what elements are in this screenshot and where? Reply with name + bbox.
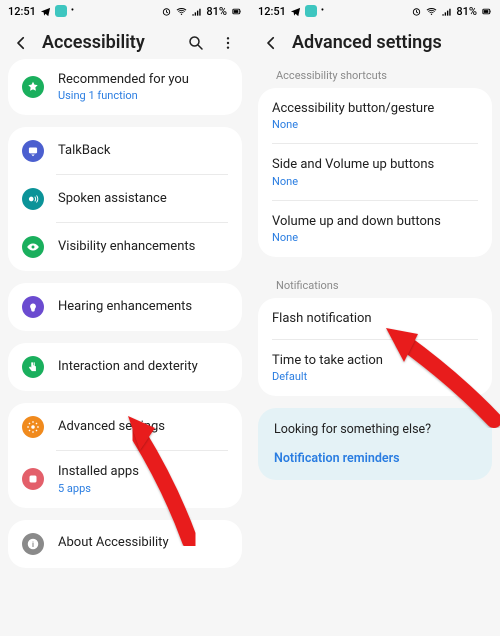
- settings-group: Recommended for youUsing 1 function: [8, 59, 242, 115]
- wifi-icon: [176, 6, 187, 17]
- item-subtext: None: [272, 175, 434, 188]
- more-button[interactable]: [218, 33, 238, 53]
- item-label: Visibility enhancements: [58, 239, 195, 255]
- item-label: About Accessibility: [58, 535, 169, 551]
- page-title: Advanced settings: [292, 32, 488, 53]
- spoken-icon: [22, 188, 44, 210]
- hearing-icon: [22, 296, 44, 318]
- settings-item[interactable]: Flash notification: [258, 298, 492, 340]
- item-label: Accessibility button/gesture: [272, 101, 434, 117]
- item-subtext: None: [272, 118, 434, 131]
- page-title: Accessibility: [42, 32, 174, 53]
- item-label: Spoken assistance: [58, 191, 167, 207]
- item-subtext: None: [272, 231, 441, 244]
- battery-percent: 81%: [206, 5, 227, 18]
- item-label: TalkBack: [58, 143, 110, 159]
- settings-item[interactable]: TalkBack: [8, 127, 242, 175]
- suggestion-question: Looking for something else?: [274, 422, 476, 437]
- item-label: Volume up and down buttons: [272, 214, 441, 230]
- settings-item[interactable]: Accessibility button/gestureNone: [258, 88, 492, 144]
- item-subtext: Using 1 function: [58, 89, 189, 102]
- status-time: 12:51: [8, 5, 36, 18]
- accessibility-screen: 12:51 • 81% Accessibility Recommended fo…: [0, 0, 250, 636]
- visibility-icon: [22, 236, 44, 258]
- telegram-icon: [40, 6, 51, 17]
- item-label: Side and Volume up buttons: [272, 157, 434, 173]
- settings-item[interactable]: Time to take actionDefault: [258, 340, 492, 396]
- item-label: Flash notification: [272, 311, 372, 327]
- item-label: Installed apps: [58, 464, 139, 480]
- telegram-icon: [290, 6, 301, 17]
- suggestion-card: Looking for something else? Notification …: [258, 408, 492, 480]
- settings-item[interactable]: Visibility enhancements: [8, 223, 242, 271]
- settings-group: Hearing enhancements: [8, 283, 242, 331]
- signal-icon: [441, 6, 452, 17]
- header: Advanced settings: [250, 22, 500, 59]
- search-button[interactable]: [186, 33, 206, 53]
- settings-item[interactable]: Installed apps 5 apps: [8, 451, 242, 507]
- talkback-icon: [22, 140, 44, 162]
- item-subtext: 5 apps: [58, 482, 139, 495]
- alarm-icon: [161, 6, 172, 17]
- settings-group: TalkBack Spoken assistance Visibility enha…: [8, 127, 242, 271]
- settings-list: Recommended for youUsing 1 function TalkB…: [0, 59, 250, 590]
- wifi-icon: [426, 6, 437, 17]
- battery-icon: [481, 6, 492, 17]
- suggestion-link[interactable]: Notification reminders: [274, 451, 476, 466]
- status-dot-icon: •: [71, 6, 74, 16]
- settings-item[interactable]: i About Accessibility: [8, 520, 242, 568]
- alarm-icon: [411, 6, 422, 17]
- svg-text:i: i: [32, 539, 34, 548]
- settings-list: Accessibility shortcutsAccessibility but…: [250, 59, 500, 502]
- back-button[interactable]: [12, 34, 30, 52]
- status-time: 12:51: [258, 5, 286, 18]
- header: Accessibility: [0, 22, 250, 59]
- item-label: Recommended for you: [58, 72, 189, 88]
- advanced-settings-screen: 12:51 • 81% Advanced settings Accessibil…: [250, 0, 500, 636]
- app-badge-icon: [305, 5, 317, 17]
- settings-item[interactable]: Interaction and dexterity: [8, 343, 242, 391]
- back-button[interactable]: [262, 34, 280, 52]
- status-bar: 12:51 • 81%: [0, 0, 250, 22]
- signal-icon: [191, 6, 202, 17]
- section-header: Accessibility shortcuts: [258, 59, 492, 88]
- interaction-icon: [22, 356, 44, 378]
- status-bar: 12:51 • 81%: [250, 0, 500, 22]
- item-subtext: Default: [272, 370, 383, 383]
- settings-item[interactable]: Volume up and down buttonsNone: [258, 201, 492, 257]
- settings-group: i About Accessibility: [8, 520, 242, 568]
- item-label: Advanced settings: [58, 419, 165, 435]
- item-label: Interaction and dexterity: [58, 359, 198, 375]
- settings-item[interactable]: Recommended for youUsing 1 function: [8, 59, 242, 115]
- about-icon: i: [22, 533, 44, 555]
- section-header: Notifications: [258, 269, 492, 298]
- battery-percent: 81%: [456, 5, 477, 18]
- battery-icon: [231, 6, 242, 17]
- advanced-icon: [22, 416, 44, 438]
- installed-icon: [22, 468, 44, 490]
- status-dot-icon: •: [321, 6, 324, 16]
- app-badge-icon: [55, 5, 67, 17]
- settings-item[interactable]: Hearing enhancements: [8, 283, 242, 331]
- settings-group: Interaction and dexterity: [8, 343, 242, 391]
- item-label: Time to take action: [272, 353, 383, 369]
- settings-group: Accessibility button/gestureNoneSide and…: [258, 88, 492, 257]
- item-label: Hearing enhancements: [58, 299, 192, 315]
- settings-item[interactable]: Spoken assistance: [8, 175, 242, 223]
- star-icon: [22, 76, 44, 98]
- settings-item[interactable]: Advanced settings: [8, 403, 242, 451]
- settings-item[interactable]: Side and Volume up buttons None: [258, 144, 492, 200]
- settings-group: Flash notification Time to take actionDef…: [258, 298, 492, 397]
- settings-group: Advanced settings Installed apps 5 apps: [8, 403, 242, 507]
